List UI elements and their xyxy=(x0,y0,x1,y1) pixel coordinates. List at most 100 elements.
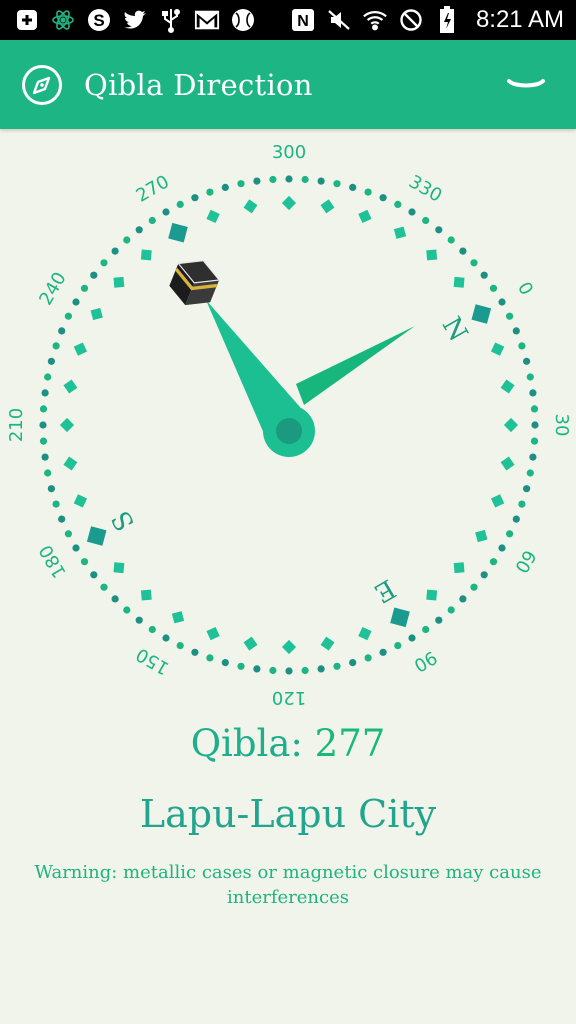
qibla-label: Qibla: xyxy=(190,722,303,765)
ring-dot xyxy=(237,180,245,188)
ring-dot xyxy=(364,188,372,196)
ring-dot xyxy=(80,558,89,566)
ring-dot xyxy=(52,342,60,350)
ring-dot xyxy=(498,298,506,306)
compass-dial[interactable]: 0 30 60 90 120 150 180 210 240 270 300 330 N E S xyxy=(0,129,576,719)
minor-marker xyxy=(320,636,335,651)
ring-dot xyxy=(206,654,214,662)
mute-icon xyxy=(326,7,352,33)
ring-dot xyxy=(447,606,455,614)
ring-dot xyxy=(176,642,184,650)
degree-label: 30 xyxy=(551,414,572,437)
cardinal-labels: N E S xyxy=(106,312,473,608)
degree-label: 330 xyxy=(405,171,445,206)
ring-dot xyxy=(39,421,47,429)
needle-hub-center xyxy=(276,418,302,444)
compass-icon[interactable] xyxy=(20,63,64,107)
page-title: Qibla Direction xyxy=(84,67,313,102)
ring-dot xyxy=(530,405,539,413)
ring-dot xyxy=(58,515,66,523)
degree-label: 300 xyxy=(272,142,306,163)
ring-dot xyxy=(206,188,214,196)
svg-text:S: S xyxy=(93,11,104,30)
major-marker xyxy=(168,222,188,243)
minor-marker xyxy=(140,249,152,261)
degree-label: 120 xyxy=(272,687,306,708)
nfc-icon: N xyxy=(290,7,316,33)
ring-dot xyxy=(269,175,277,184)
ring-dot xyxy=(530,437,539,445)
ring-dot xyxy=(148,216,156,225)
kaaba-icon xyxy=(169,259,221,306)
ring-dot xyxy=(435,616,443,624)
ring-dot xyxy=(123,606,131,614)
minor-marker xyxy=(393,226,407,239)
ring-dot xyxy=(512,327,520,335)
minor-marker xyxy=(453,276,465,288)
minor-marker xyxy=(503,417,519,433)
minor-marker xyxy=(73,342,88,356)
ring-dot xyxy=(100,583,108,591)
ring-dot xyxy=(148,625,156,634)
ring-dot xyxy=(529,453,537,461)
ring-dot xyxy=(135,226,143,234)
ring-dot xyxy=(162,208,170,216)
minor-marker xyxy=(90,307,103,321)
minor-marker xyxy=(171,611,185,624)
ring-dot xyxy=(41,389,49,397)
ring-dot xyxy=(408,208,416,216)
ring-dot xyxy=(435,226,443,234)
degree-label: 180 xyxy=(35,541,70,581)
ring-dot xyxy=(529,389,537,397)
ring-dot xyxy=(518,500,526,508)
app-bar: Qibla Direction xyxy=(0,40,576,129)
ring-dot xyxy=(80,284,89,292)
degree-label: 240 xyxy=(35,269,70,309)
ring-dot xyxy=(408,634,416,642)
ring-dot xyxy=(64,530,72,538)
ring-dot xyxy=(422,216,430,225)
atom-icon xyxy=(50,7,76,33)
degree-label: 150 xyxy=(133,643,173,678)
minor-marker xyxy=(281,639,297,655)
chevron-down-icon xyxy=(507,78,545,87)
ring-dot xyxy=(523,485,531,493)
ring-dot xyxy=(470,583,478,591)
ring-dot xyxy=(333,662,341,670)
ring-dot xyxy=(489,284,498,292)
ring-dot xyxy=(459,247,467,255)
ring-dot xyxy=(523,357,531,365)
ring-dot xyxy=(531,421,539,429)
ring-dot xyxy=(72,544,80,552)
ring-dot xyxy=(64,312,72,320)
ring-dot xyxy=(379,194,387,202)
ring-dot xyxy=(191,648,199,656)
minor-marker xyxy=(358,209,372,224)
minor-marker xyxy=(206,626,220,641)
north-needle xyxy=(296,326,415,405)
major-marker xyxy=(471,304,492,324)
ring-dot xyxy=(470,259,478,267)
degree-label: 60 xyxy=(510,546,540,576)
ring-dot xyxy=(422,625,430,634)
ring-dot xyxy=(47,357,56,365)
minor-marker xyxy=(426,589,438,601)
degree-label: 0 xyxy=(513,279,537,299)
ring-dot xyxy=(162,634,170,642)
ring-dot xyxy=(253,665,261,673)
ring-dot xyxy=(512,515,520,523)
menu-button[interactable] xyxy=(506,65,546,105)
ring-dot xyxy=(39,405,48,413)
wifi-icon xyxy=(362,7,388,33)
ring-dot xyxy=(269,666,277,675)
ring-dot xyxy=(498,544,506,552)
degree-label: 210 xyxy=(6,408,27,442)
minor-marker xyxy=(73,494,88,508)
ring-dot xyxy=(394,200,402,208)
ring-dot xyxy=(47,485,56,493)
ring-dot xyxy=(480,271,488,279)
ring-dot xyxy=(364,654,372,662)
twitter-icon xyxy=(122,7,148,33)
minor-marker xyxy=(320,199,335,214)
minor-marker xyxy=(500,456,515,471)
